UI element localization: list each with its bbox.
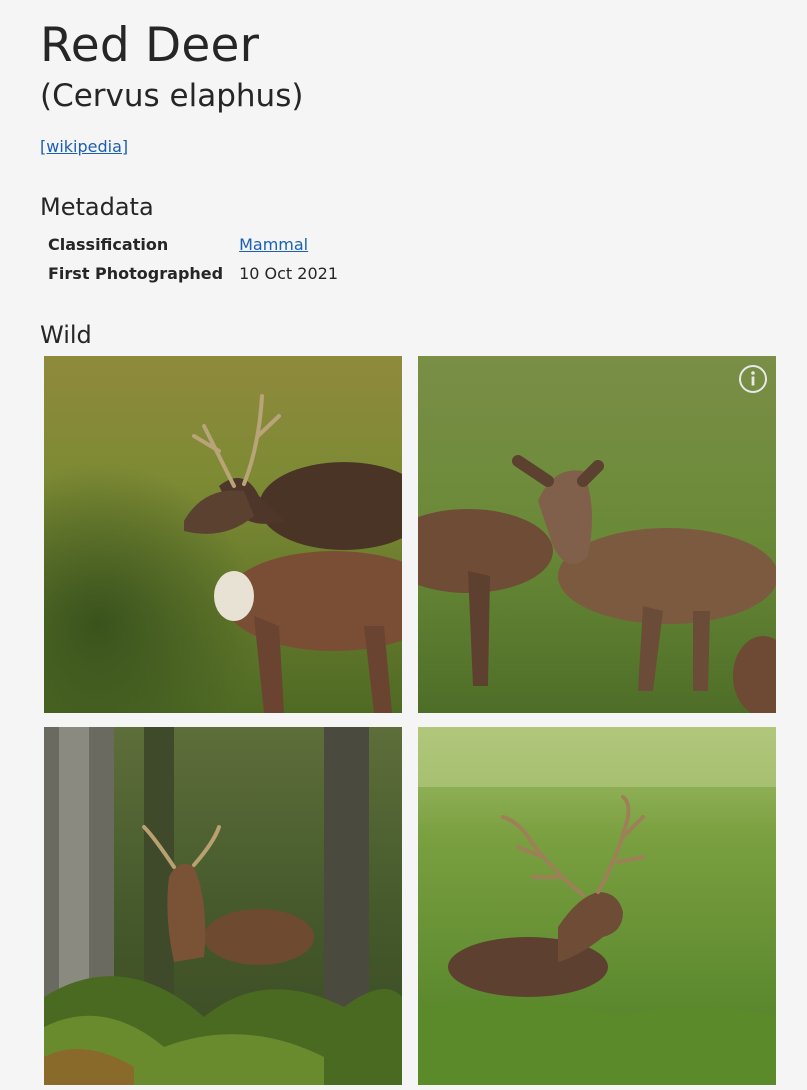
info-icon-glyph	[739, 365, 767, 393]
deer-photo-image	[44, 356, 402, 713]
gallery-photo[interactable]	[418, 356, 776, 713]
section-heading-wild: Wild	[40, 321, 92, 349]
metadata-key: Classification	[48, 235, 169, 254]
classification-link[interactable]: Mammal	[239, 235, 308, 254]
metadata-key: First Photographed	[48, 264, 224, 283]
deer-photo-image	[44, 727, 402, 1085]
metadata-value-cell: Mammal	[231, 232, 346, 261]
metadata-table: Classification Mammal First Photographed…	[40, 232, 346, 290]
metadata-value: 10 Oct 2021	[239, 264, 339, 283]
wikipedia-link[interactable]: [wikipedia]	[40, 136, 128, 158]
metadata-row-first-photographed: First Photographed 10 Oct 2021	[40, 261, 346, 290]
deer-photo-image	[418, 356, 776, 713]
gallery-photo[interactable]	[44, 356, 402, 713]
photo-gallery	[44, 356, 776, 1085]
metadata-heading: Metadata	[40, 193, 154, 221]
gallery-photo[interactable]	[418, 727, 776, 1085]
scientific-name: (Cervus elaphus)	[40, 78, 304, 114]
info-icon[interactable]	[738, 364, 768, 394]
gallery-photo[interactable]	[44, 727, 402, 1085]
metadata-row-classification: Classification Mammal	[40, 232, 346, 261]
deer-photo-image	[418, 727, 776, 1085]
page-title: Red Deer	[40, 18, 260, 73]
